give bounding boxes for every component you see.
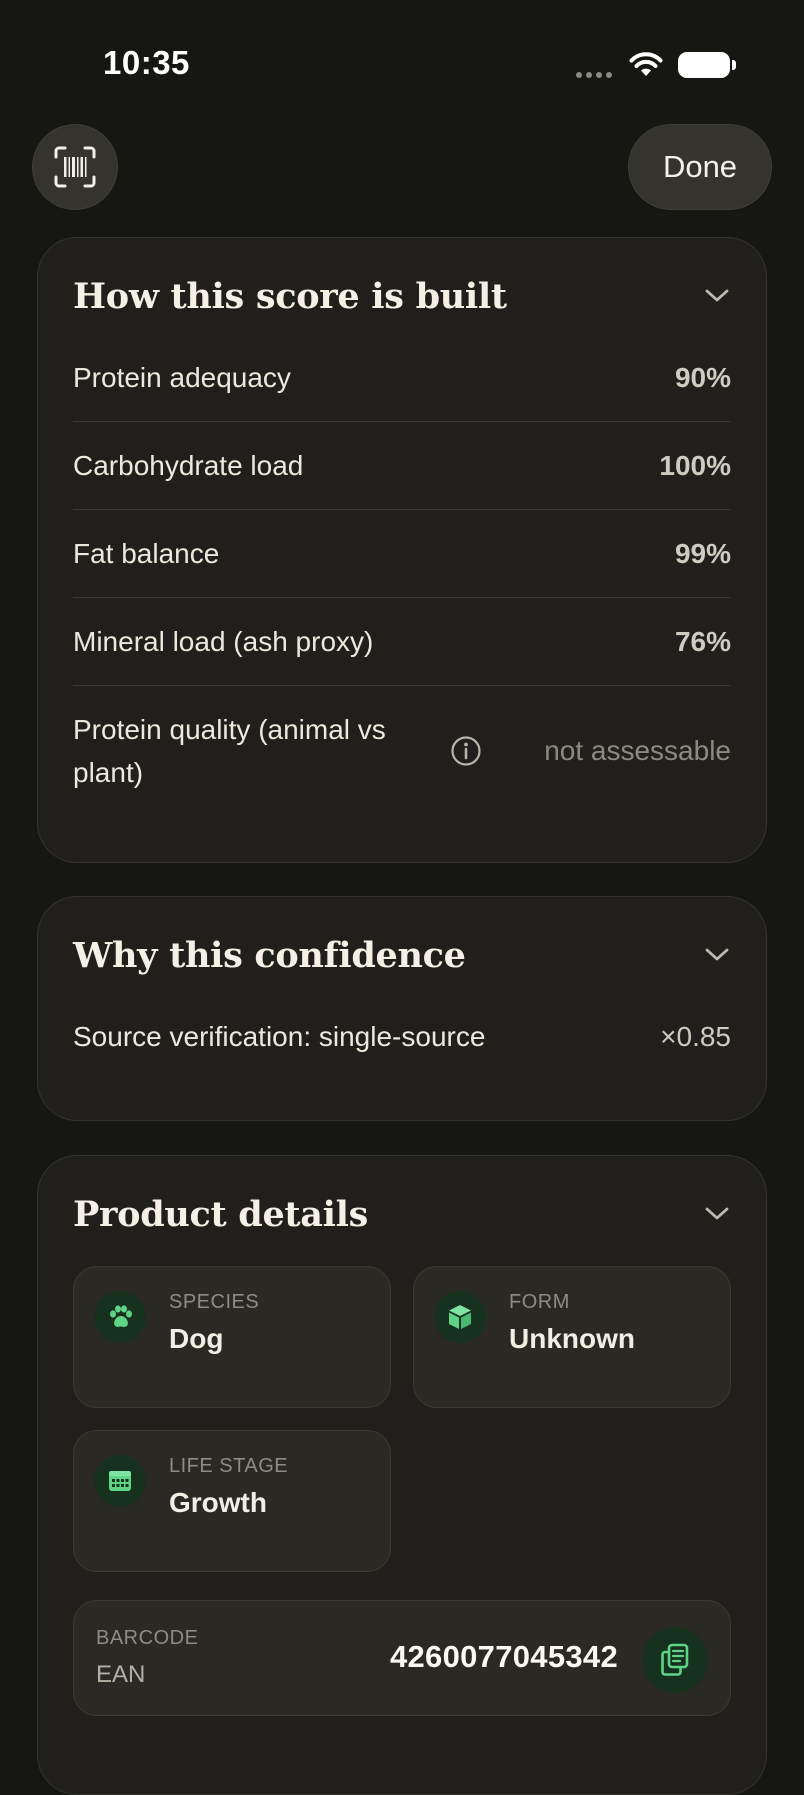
confidence-row-source-verification: Source verification: single-source ×0.85 [73, 993, 731, 1081]
score-row-fat-balance: Fat balance 99% [73, 510, 731, 598]
chevron-down-icon[interactable] [704, 947, 730, 963]
barcode-tile: BARCODE EAN 4260077045342 [73, 1600, 731, 1716]
row-value: 99% [674, 537, 731, 569]
tile-value: Unknown [509, 1323, 635, 1354]
row-label: Carbohydrate load [73, 449, 304, 481]
tile-caption: SPECIES [169, 1291, 260, 1313]
confidence-card-title: Why this confidence [73, 935, 466, 976]
status-time: 10:35 [103, 44, 190, 81]
info-icon[interactable] [450, 735, 482, 767]
chevron-down-icon[interactable] [704, 1206, 730, 1222]
signal-dots-icon [576, 72, 612, 78]
score-breakdown-card: How this score is built Protein adequacy… [37, 237, 767, 863]
product-details-card: Product details SPECIES Dog FORM Unknown [37, 1155, 767, 1795]
score-row-mineral-load: Mineral load (ash proxy) 76% [73, 598, 731, 686]
calendar-icon [109, 1471, 131, 1491]
tile-value: Dog [169, 1323, 224, 1354]
confidence-card: Why this confidence Source verification:… [37, 896, 767, 1121]
score-row-protein-quality: Protein quality (animal vs plant) not as… [73, 686, 731, 816]
row-value: 76% [674, 625, 731, 657]
done-button[interactable]: Done [628, 124, 772, 210]
row-label: Source verification: single-source [73, 1021, 486, 1052]
detail-tile-life-stage: LIFE STAGE Growth [73, 1430, 391, 1572]
row-label: Protein quality (animal vs plant) [73, 714, 386, 788]
row-value: 100% [659, 449, 731, 481]
detail-tile-species: SPECIES Dog [73, 1266, 391, 1408]
row-value: 90% [674, 361, 731, 393]
tile-value: Growth [169, 1487, 267, 1518]
chevron-down-icon[interactable] [704, 288, 730, 304]
score-row-protein-adequacy: Protein adequacy 90% [73, 334, 731, 422]
row-value: not assessable [544, 735, 731, 766]
calendar-icon-wrap [94, 1455, 146, 1507]
score-row-carbohydrate-load: Carbohydrate load 100% [73, 422, 731, 510]
tile-caption: LIFE STAGE [169, 1455, 289, 1477]
box-icon-wrap [434, 1291, 486, 1343]
copy-icon [661, 1643, 689, 1676]
score-card-title: How this score is built [73, 276, 507, 317]
barcode-scan-button[interactable] [32, 124, 118, 210]
wifi-icon [629, 52, 663, 76]
paw-icon-wrap [94, 1291, 146, 1343]
copy-barcode-button[interactable] [642, 1627, 708, 1693]
barcode-type: EAN [96, 1661, 146, 1688]
row-value: ×0.85 [660, 1021, 731, 1052]
product-details-title: Product details [73, 1194, 369, 1235]
status-bar: 10:35 [0, 0, 804, 110]
battery-tip [732, 60, 736, 70]
barcode-caption: BARCODE [96, 1627, 199, 1649]
box-icon [449, 1305, 471, 1329]
barcode-number: 4260077045342 [389, 1639, 618, 1674]
row-label: Mineral load (ash proxy) [73, 625, 374, 657]
paw-icon [110, 1305, 132, 1327]
row-label: Fat balance [73, 537, 220, 569]
tile-caption: FORM [509, 1291, 570, 1313]
barcode-scan-icon [54, 146, 96, 188]
detail-tile-form: FORM Unknown [413, 1266, 731, 1408]
row-label: Protein adequacy [73, 361, 291, 393]
battery-icon [678, 52, 730, 78]
